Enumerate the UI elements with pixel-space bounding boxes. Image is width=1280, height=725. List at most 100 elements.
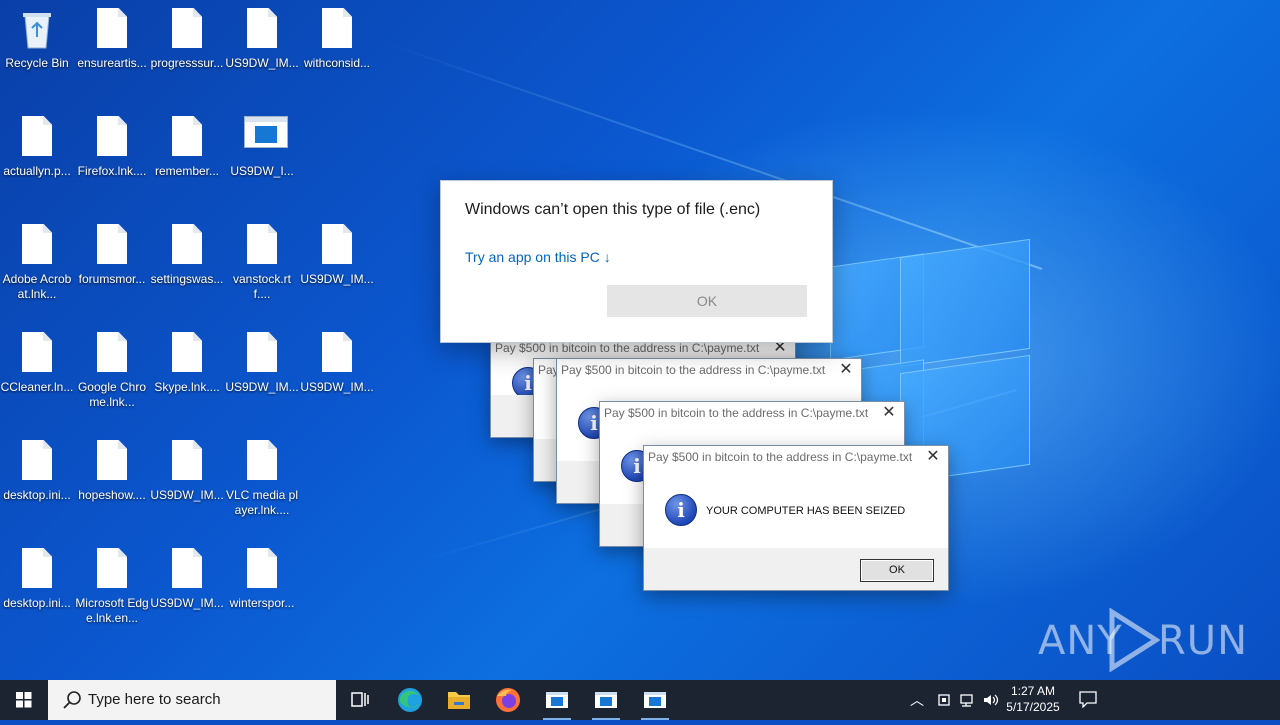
desktop-icon-label: US9DW_IM... [300, 272, 374, 286]
file-icon [319, 224, 355, 268]
desktop-icon[interactable]: US9DW_IM... [150, 540, 224, 611]
desktop-icon-label: CCleaner.ln... [0, 380, 74, 394]
desktop-icon[interactable]: US9DW_IM... [225, 324, 299, 395]
messagebox-titlebar[interactable]: Pay $500 in bitcoin to the address in C:… [600, 402, 904, 426]
desktop-icon[interactable]: vanstock.rtf.... [225, 216, 299, 302]
desktop-icon[interactable]: withconsid... [300, 0, 374, 71]
desktop-icon[interactable]: Microsoft Edge.lnk.en... [75, 540, 149, 626]
messagebox-message: YOUR COMPUTER HAS BEEN SEIZED [706, 505, 906, 517]
desktop-icon[interactable]: desktop.ini... [0, 540, 74, 611]
file-icon [94, 224, 130, 268]
desktop-icon[interactable]: US9DW_IM... [150, 432, 224, 503]
desktop-icon[interactable]: CCleaner.ln... [0, 324, 74, 395]
ransom-messagebox-front[interactable]: Pay $500 in bitcoin to the address in C:… [643, 445, 949, 591]
desktop-icon[interactable]: settingswas... [150, 216, 224, 287]
desktop-icon-label: VLC media player.lnk.... [225, 488, 299, 517]
firefox-icon [496, 688, 520, 712]
app-window-icon [595, 692, 617, 708]
close-icon[interactable]: ✕ [924, 448, 942, 466]
desktop-icon[interactable]: hopeshow.... [75, 432, 149, 503]
desktop-icon-label: remember... [154, 164, 220, 178]
file-icon [19, 440, 55, 484]
desktop-icon[interactable]: winterspor... [225, 540, 299, 611]
desktop: Recycle Bin ensureartis... progresssur... U… [0, 0, 1280, 680]
file-icon [169, 224, 205, 268]
cannot-open-file-dialog[interactable]: Windows can’t open this type of file (.e… [440, 180, 833, 343]
taskbar-file-explorer[interactable] [435, 680, 483, 720]
desktop-icon[interactable]: Skype.lnk.... [150, 324, 224, 395]
ok-button[interactable]: OK [860, 559, 934, 582]
close-icon[interactable]: ✕ [837, 361, 855, 379]
start-button[interactable] [0, 680, 48, 720]
messagebox-footer: OK [644, 548, 948, 590]
chevron-up-icon[interactable]: ︿ [910, 690, 924, 710]
desktop-icon[interactable]: VLC media player.lnk.... [225, 432, 299, 518]
desktop-icon[interactable]: US9DW_IM... [225, 0, 299, 71]
desktop-icon[interactable]: US9DW_I... [225, 108, 299, 179]
messagebox-title: Pay $500 in bitcoin to the address in C:… [495, 341, 760, 355]
taskbar-edge[interactable] [386, 680, 434, 720]
search-icon [63, 691, 81, 709]
file-icon [169, 548, 205, 592]
desktop-icon[interactable]: Google Chrome.lnk... [75, 324, 149, 410]
file-icon [169, 116, 205, 160]
file-icon [19, 224, 55, 268]
desktop-icon[interactable]: Adobe Acrobat.lnk... [0, 216, 74, 302]
messagebox-titlebar[interactable]: Pay $500 in bitcoin to the address in C:… [644, 446, 948, 470]
taskbar: Type here to search ︿ 1:27 AM 5/17/2025 [0, 680, 1280, 720]
desktop-icon-label: Recycle Bin [5, 56, 69, 70]
task-view-button[interactable] [336, 680, 384, 720]
desktop-icon-label: US9DW_IM... [150, 488, 224, 502]
ok-button-disabled[interactable]: OK [607, 285, 807, 317]
desktop-icon-label: US9DW_IM... [225, 56, 299, 70]
desktop-icon-label: settingswas... [150, 272, 224, 286]
file-icon [19, 116, 55, 160]
network-icon[interactable] [959, 692, 977, 708]
desktop-icon[interactable]: desktop.ini... [0, 432, 74, 503]
close-icon[interactable]: ✕ [880, 404, 898, 422]
hardware-icon[interactable] [936, 692, 952, 708]
desktop-icon[interactable]: Firefox.lnk.... [75, 108, 149, 179]
desktop-icon-label: desktop.ini... [3, 488, 71, 502]
taskbar-search-box[interactable]: Type here to search [48, 680, 336, 720]
anyrun-watermark: ANY RUN [1038, 608, 1247, 672]
file-icon [244, 224, 280, 268]
app-window-icon [644, 692, 666, 708]
desktop-icon[interactable]: forumsmor... [75, 216, 149, 287]
app-window-icon [244, 116, 288, 160]
try-app-link[interactable]: Try an app on this PC ↓ [465, 249, 611, 265]
desktop-icon[interactable]: remember... [150, 108, 224, 179]
desktop-icon[interactable]: US9DW_IM... [300, 324, 374, 395]
file-icon [169, 8, 205, 52]
desktop-icon[interactable]: ensureartis... [75, 0, 149, 71]
desktop-icon-label: ensureartis... [77, 56, 147, 70]
desktop-icon[interactable]: actuallyn.p... [0, 108, 74, 179]
desktop-icon[interactable]: progresssur... [150, 0, 224, 71]
search-placeholder: Type here to search [88, 691, 221, 708]
desktop-icon[interactable]: US9DW_IM... [300, 216, 374, 287]
file-icon [244, 8, 280, 52]
taskbar-app-window[interactable] [533, 680, 581, 720]
edge-icon [398, 688, 422, 712]
file-icon [19, 548, 55, 592]
taskbar-firefox[interactable] [484, 680, 532, 720]
messagebox-titlebar[interactable]: Pay $500 in bitcoin to the address in C:… [557, 359, 861, 383]
taskbar-app-window[interactable] [582, 680, 630, 720]
file-icon [319, 8, 355, 52]
taskbar-app-window[interactable] [631, 680, 679, 720]
messagebox-title: Pay $500 in bitcoin to the address in C:… [561, 363, 826, 377]
file-icon [244, 548, 280, 592]
file-icon [244, 440, 280, 484]
file-icon [169, 332, 205, 376]
file-icon [94, 116, 130, 160]
desktop-icon[interactable]: Recycle Bin [0, 0, 74, 71]
notification-icon[interactable] [1078, 690, 1098, 708]
file-icon [319, 332, 355, 376]
clock-time: 1:27 AM [1010, 684, 1056, 698]
desktop-icon-label: forumsmor... [78, 272, 146, 286]
taskbar-clock[interactable]: 1:27 AM 5/17/2025 [992, 683, 1074, 715]
windows-start-icon [16, 692, 32, 708]
recycle-bin-icon [19, 8, 55, 52]
desktop-icon-label: Adobe Acrobat.lnk... [2, 272, 72, 301]
file-icon [244, 332, 280, 376]
